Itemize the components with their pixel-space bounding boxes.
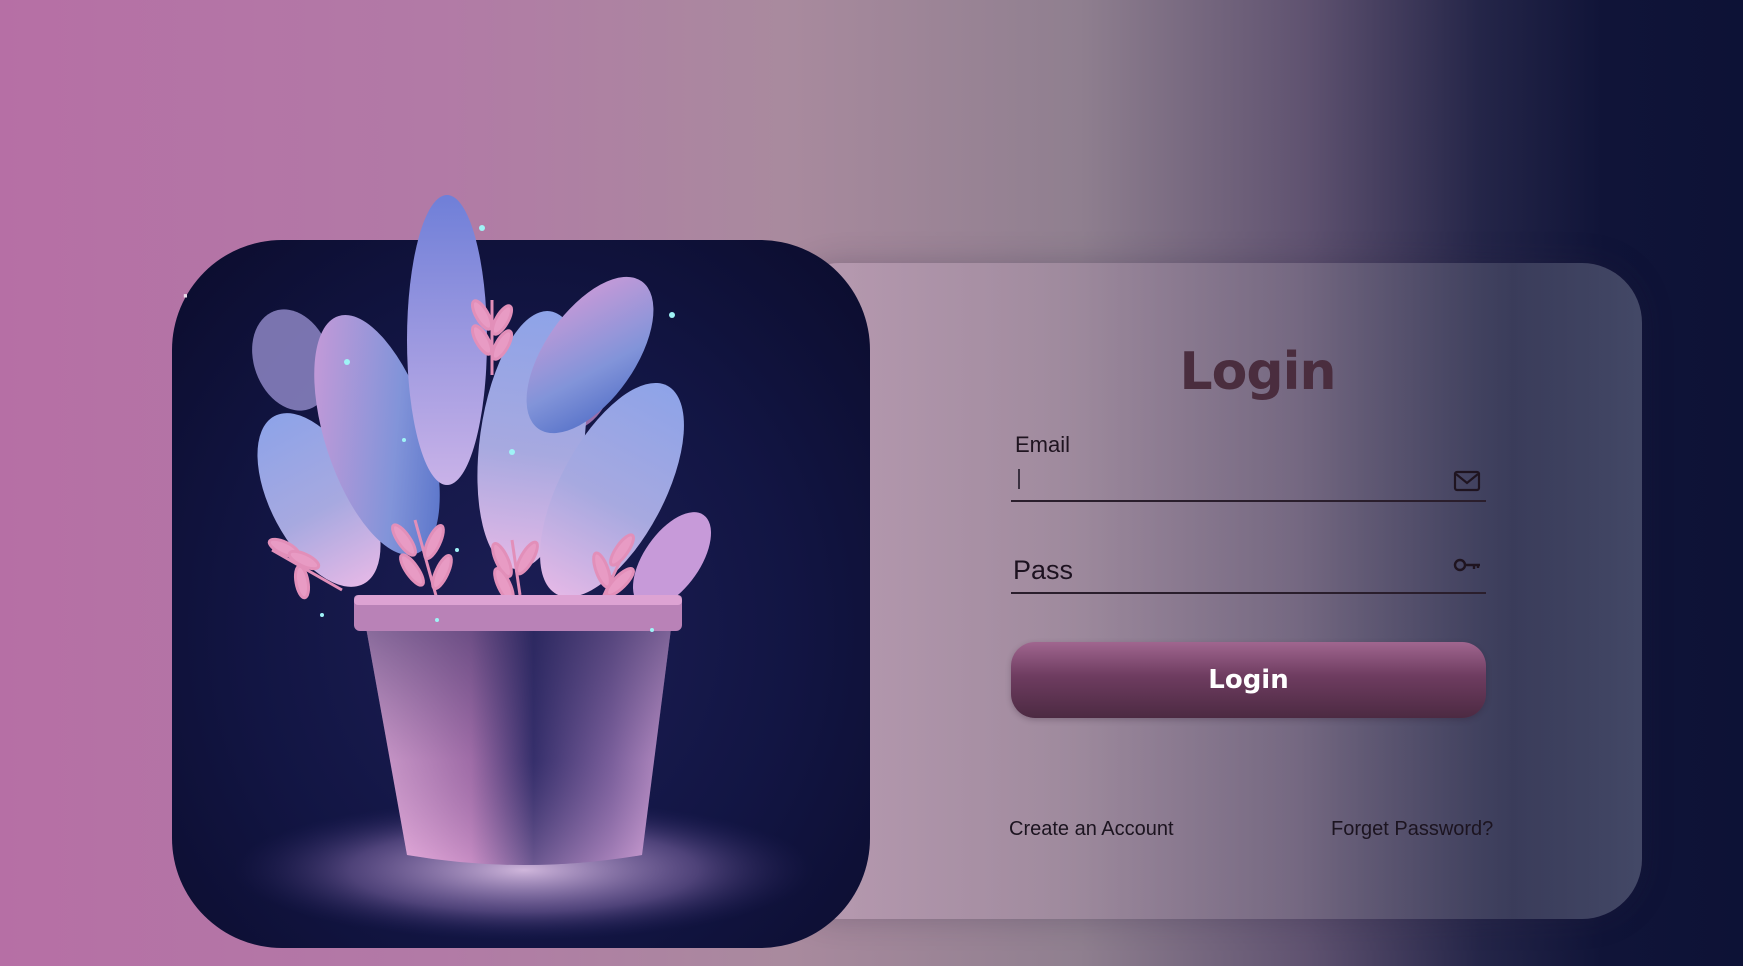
- login-title: Login: [1179, 342, 1337, 402]
- password-input[interactable]: [1011, 548, 1433, 592]
- password-field[interactable]: [1011, 548, 1486, 594]
- decorative-mark: ·: [182, 286, 189, 307]
- email-input[interactable]: [1011, 462, 1433, 500]
- forgot-password-link[interactable]: Forget Password?: [1331, 818, 1493, 841]
- email-field[interactable]: [1011, 462, 1486, 502]
- key-icon: [1453, 558, 1480, 572]
- create-account-link[interactable]: Create an Account: [1009, 818, 1174, 841]
- text-caret: [1018, 469, 1020, 489]
- mail-icon: [1453, 470, 1481, 492]
- email-label: Email: [1015, 432, 1071, 457]
- login-button[interactable]: Login: [1011, 642, 1486, 718]
- potted-plant-icon: [234, 195, 814, 940]
